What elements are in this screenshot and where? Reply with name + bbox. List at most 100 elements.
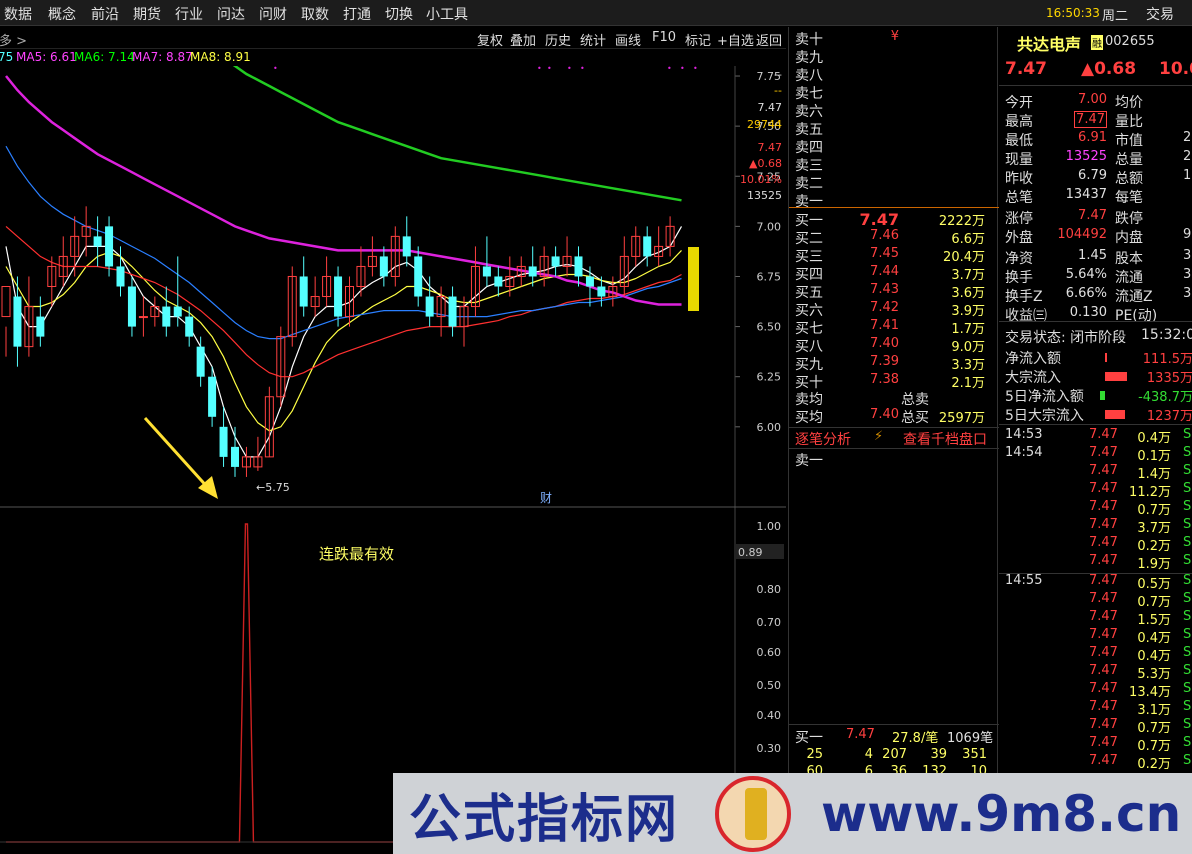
- candle-body: [127, 286, 136, 327]
- menu-switch[interactable]: 切换: [385, 4, 413, 24]
- candle-body: [138, 316, 148, 319]
- tick-flag: S: [1183, 591, 1192, 606]
- more-button[interactable]: 更多 >: [0, 30, 27, 49]
- tick-row: 14:55 7.47 0.5万 S: [1005, 573, 1192, 592]
- quote-label: 收益㈢: [1005, 308, 1047, 324]
- flow-bar: [1105, 353, 1107, 362]
- tick-volume: 0.2万: [1137, 539, 1171, 554]
- quote-value: 0.130: [1069, 305, 1107, 320]
- level-price: 7.40: [870, 336, 899, 351]
- tick-row: 7.47 1.4万 S: [1005, 463, 1192, 482]
- buy-avg-value: 7.40: [870, 407, 899, 422]
- toolbar-restore-rights[interactable]: 复权: [477, 30, 503, 49]
- menu-wenda[interactable]: 问达: [217, 4, 245, 24]
- sell-level: 卖二: [795, 173, 993, 192]
- quote-value: 7.47: [1078, 208, 1107, 223]
- price-tick: 7.00: [757, 220, 782, 233]
- tick-row: 7.47 0.4万 S: [1005, 645, 1192, 664]
- toolbar-draw[interactable]: 画线: [615, 30, 641, 49]
- menu-concept[interactable]: 概念: [48, 4, 76, 24]
- indicator-tick: 0.60: [757, 646, 782, 659]
- tick-volume: 1.4万: [1137, 467, 1171, 482]
- menu-connect[interactable]: 打通: [343, 4, 371, 24]
- queue-cell: 39: [930, 747, 947, 762]
- tab-tick-analysis[interactable]: 逐笔分析: [795, 429, 851, 449]
- sell-level: 卖六: [795, 101, 993, 120]
- tab-thousand-depth[interactable]: 查看千档盘口: [903, 429, 987, 449]
- level-price: 7.47: [859, 210, 899, 229]
- trade-button[interactable]: 交易: [1146, 4, 1174, 24]
- toolbar-back[interactable]: 返回: [756, 30, 782, 49]
- toolbar-history[interactable]: 历史: [545, 30, 571, 49]
- level-label: 卖六: [795, 104, 823, 120]
- toolbar-f10[interactable]: F10: [652, 30, 676, 45]
- flow-label: 5日大宗流入: [1005, 408, 1084, 424]
- level-label: 卖九: [795, 50, 823, 66]
- quote-value: 6.79: [1078, 168, 1107, 183]
- toolbar-stats[interactable]: 统计: [580, 30, 606, 49]
- svg-text:•: •: [537, 66, 542, 73]
- sell-level: 卖九: [795, 47, 993, 66]
- tick-price: 7.47: [1089, 717, 1118, 732]
- price-tick: 6.25: [757, 371, 782, 384]
- sell-level: 卖三: [795, 155, 993, 174]
- level-label: 买五: [795, 285, 823, 301]
- flow-row: 大宗流入 1335万: [1005, 367, 1192, 386]
- clock: 16:50:33: [1046, 6, 1100, 20]
- menu-data[interactable]: 数据: [4, 4, 32, 24]
- tick-row: 7.47 0.7万 S: [1005, 499, 1192, 518]
- flow-bar: [1100, 391, 1105, 400]
- ma-line: [5, 249, 682, 432]
- candle-body: [334, 276, 343, 317]
- tick-volume: 0.1万: [1137, 449, 1171, 464]
- menu-frontier[interactable]: 前沿: [91, 4, 119, 24]
- quote-row: 现量 13525 总量 2: [1005, 149, 1192, 168]
- level-price: 7.41: [870, 318, 899, 333]
- menu-fetch[interactable]: 取数: [301, 4, 329, 24]
- sell-avg-label: 卖均: [795, 392, 823, 408]
- quote-row: 净资 1.45 股本 3.: [1005, 248, 1192, 267]
- menu-industry[interactable]: 行业: [175, 4, 203, 24]
- tick-flag: S: [1183, 609, 1192, 624]
- event-marker[interactable]: 财: [540, 491, 552, 505]
- menu-futures[interactable]: 期货: [133, 4, 161, 24]
- toolbar-overlay[interactable]: 叠加: [510, 30, 536, 49]
- level-label: 买九: [795, 357, 823, 373]
- price-tick: 6.00: [757, 421, 782, 434]
- quote-label: 量比: [1115, 114, 1143, 130]
- svg-text:•: •: [680, 66, 685, 73]
- menu-wencai[interactable]: 问财: [259, 4, 287, 24]
- quote-value: 3.: [1183, 248, 1192, 263]
- candle-body: [585, 276, 594, 287]
- quote-value: 2: [1183, 130, 1192, 145]
- tick-volume: 0.4万: [1137, 431, 1171, 446]
- tick-row: 7.47 0.4万 S: [1005, 627, 1192, 646]
- level-volume: 3.9万: [951, 304, 985, 319]
- tick-time: 14:53: [1005, 427, 1043, 442]
- arrow-annotation: [143, 416, 218, 499]
- level-price: 7.44: [870, 264, 899, 279]
- quote-row: 最低 6.91 市值 2: [1005, 130, 1192, 149]
- tick-price: 7.47: [1089, 427, 1118, 442]
- tick-row: 14:54 7.47 0.1万 S: [1005, 445, 1192, 464]
- menu-tools[interactable]: 小工具: [426, 4, 468, 24]
- quote-row: 换手 5.64% 流通 3.: [1005, 267, 1192, 286]
- tick-volume: 5.3万: [1137, 667, 1171, 682]
- svg-text:•: •: [273, 66, 278, 73]
- flow-row: 净流入额 111.5万: [1005, 348, 1192, 367]
- kline-chart[interactable]: 7.757.507.257.006.756.506.256.00----7.47…: [0, 66, 786, 854]
- level-volume: 20.4万: [943, 250, 985, 265]
- toolbar-mark[interactable]: 标记: [685, 30, 711, 49]
- axis-label-price: 7.47: [758, 101, 783, 114]
- svg-text:•: •: [580, 66, 585, 73]
- total-buy-value: 2597万: [938, 411, 985, 426]
- bottom-buy-row: 买一 7.47 27.8/笔 1069笔: [795, 727, 994, 746]
- tick-row: 7.47 1.9万 S: [1005, 553, 1192, 572]
- tick-flag: S: [1183, 645, 1192, 660]
- buy-level: 买三 7.45 20.4万: [795, 246, 993, 265]
- quote-label: 换手Z: [1005, 289, 1043, 305]
- tick-volume: 1.9万: [1137, 557, 1171, 572]
- indicator-current: 0.89: [738, 546, 763, 559]
- toolbar-add-watch[interactable]: +自选: [717, 30, 754, 49]
- candle-body: [185, 316, 194, 337]
